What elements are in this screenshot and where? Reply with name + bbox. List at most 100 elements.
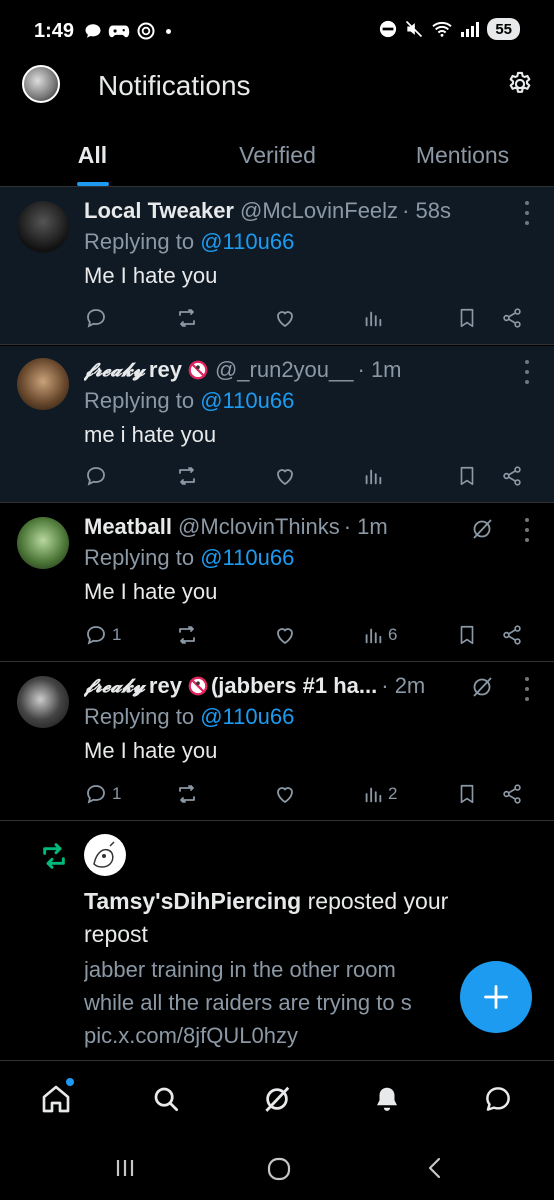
mute-icon — [406, 20, 423, 38]
bookmark-button[interactable] — [456, 783, 478, 805]
grok-icon[interactable] — [470, 517, 494, 541]
threads-icon — [137, 22, 155, 40]
repost-button[interactable] — [175, 623, 199, 647]
home-button-icon[interactable] — [266, 1156, 292, 1182]
tab-mentions[interactable]: Mentions — [395, 130, 530, 169]
like-button[interactable] — [273, 464, 297, 488]
reply-target-link[interactable]: @110u66 — [200, 545, 294, 570]
back-icon[interactable] — [424, 1156, 446, 1180]
reposter-name[interactable]: Tamsy'sDihPiercing — [84, 888, 301, 914]
share-icon — [503, 625, 521, 645]
recent-apps-icon[interactable] — [113, 1156, 137, 1180]
bookmark-button[interactable] — [456, 465, 478, 487]
display-name-styled[interactable]: 𝓯𝓻𝓮𝓪𝓴𝔂 — [84, 359, 145, 381]
display-name-styled[interactable]: 𝓯𝓻𝓮𝓪𝓴𝔂 — [84, 675, 145, 697]
avatar[interactable] — [84, 834, 126, 876]
reply-button[interactable] — [84, 306, 112, 330]
share-button[interactable] — [501, 465, 523, 487]
quoted-text-line: while all the raiders are trying to s — [84, 990, 412, 1015]
bookmark-button[interactable] — [456, 307, 478, 329]
repost-icon — [179, 309, 195, 327]
more-options-button[interactable] — [520, 360, 534, 384]
avatar-drawing-icon — [93, 841, 115, 868]
views-button[interactable] — [362, 465, 388, 487]
notification-item[interactable]: 𝓯𝓻𝓮𝓪𝓴𝔂 rey @_run2you__ · 1m Replying to … — [0, 346, 554, 503]
heart-icon — [277, 787, 293, 804]
avatar[interactable] — [17, 517, 69, 569]
grok-icon — [265, 1086, 290, 1112]
share-icon — [503, 784, 521, 804]
app-header: Notifications — [0, 62, 554, 114]
heart-icon — [277, 628, 293, 645]
notification-item[interactable]: Meatball @MclovinThinks · 1m Replying to… — [0, 504, 554, 662]
heart-icon — [277, 311, 293, 328]
user-handle: @MclovinThinks — [178, 514, 340, 539]
notification-dot-icon — [166, 28, 172, 34]
bookmark-button[interactable] — [456, 624, 478, 646]
gamepad-icon — [108, 25, 130, 38]
nav-notifications[interactable] — [369, 1081, 405, 1117]
timestamp: · 58s — [402, 198, 451, 223]
nav-grok[interactable] — [259, 1081, 295, 1117]
views-button[interactable]: 2 — [362, 783, 397, 805]
display-name-suffix[interactable]: (jabbers #1 ha... — [211, 673, 377, 699]
reply-button[interactable]: 1 — [84, 623, 121, 647]
share-button[interactable] — [501, 307, 523, 329]
like-button[interactable] — [273, 623, 297, 647]
reply-button[interactable]: 1 — [84, 782, 121, 806]
display-name[interactable]: Local Tweaker — [84, 198, 234, 224]
home-new-dot — [66, 1078, 74, 1086]
reply-target-link[interactable]: @110u66 — [200, 229, 294, 254]
action-bar: 1 2 — [84, 781, 528, 807]
avatar[interactable] — [17, 676, 69, 728]
views-button[interactable]: 6 — [362, 624, 397, 646]
nav-home[interactable] — [38, 1078, 74, 1117]
repost-button[interactable] — [175, 306, 199, 330]
profile-avatar[interactable] — [22, 65, 60, 103]
like-button[interactable] — [273, 782, 297, 806]
display-name[interactable]: rey — [149, 673, 182, 699]
share-button[interactable] — [501, 783, 523, 805]
like-button[interactable] — [273, 306, 297, 330]
more-options-button[interactable] — [520, 518, 534, 542]
more-options-button[interactable] — [520, 201, 534, 225]
status-time: 1:49 — [34, 19, 75, 42]
share-button[interactable] — [501, 624, 523, 646]
repost-button[interactable] — [175, 782, 199, 806]
system-nav-bar — [0, 1138, 554, 1200]
settings-button[interactable] — [502, 66, 538, 102]
page-title: Notifications — [98, 70, 251, 101]
no-entry-emoji-icon — [188, 360, 208, 380]
reply-target-link[interactable]: @110u66 — [200, 388, 294, 413]
views-button[interactable] — [362, 307, 388, 329]
grok-icon[interactable] — [470, 675, 494, 699]
avatar[interactable] — [17, 201, 69, 253]
notification-item[interactable]: Local Tweaker @McLovinFeelz · 58s Replyi… — [0, 187, 554, 345]
bell-icon — [377, 1087, 397, 1111]
nav-search[interactable] — [148, 1081, 184, 1117]
reply-target-link[interactable]: @110u66 — [200, 704, 294, 729]
notification-item[interactable]: 𝓯𝓻𝓮𝓪𝓴𝔂 rey (jabbers #1 ha... · 2m Replyi… — [0, 663, 554, 821]
reply-icon — [87, 785, 105, 804]
view-count: 2 — [388, 784, 398, 803]
repost-button[interactable] — [175, 464, 199, 488]
display-name[interactable]: Meatball — [84, 514, 172, 540]
plus-icon — [484, 985, 508, 1009]
more-options-button[interactable] — [520, 677, 534, 701]
timestamp: · 2m — [381, 673, 426, 698]
reply-button[interactable] — [84, 464, 112, 488]
display-name[interactable]: rey — [149, 357, 182, 383]
repost-icon — [43, 843, 65, 869]
quoted-link[interactable]: pic.x.com/8jfQUL0hzy — [84, 1019, 514, 1052]
gear-icon — [509, 71, 531, 93]
action-bar — [84, 305, 528, 331]
tab-all[interactable]: All — [50, 130, 135, 169]
nav-messages[interactable] — [480, 1081, 516, 1117]
analytics-icon — [365, 311, 382, 327]
repost-notification[interactable]: Tamsy'sDihPiercing reposted your repost … — [0, 822, 554, 1060]
avatar[interactable] — [17, 358, 69, 410]
heart-icon — [277, 469, 293, 486]
compose-button[interactable] — [460, 961, 532, 1033]
user-handle: @_run2you__ — [214, 357, 354, 382]
tab-verified[interactable]: Verified — [215, 130, 340, 169]
